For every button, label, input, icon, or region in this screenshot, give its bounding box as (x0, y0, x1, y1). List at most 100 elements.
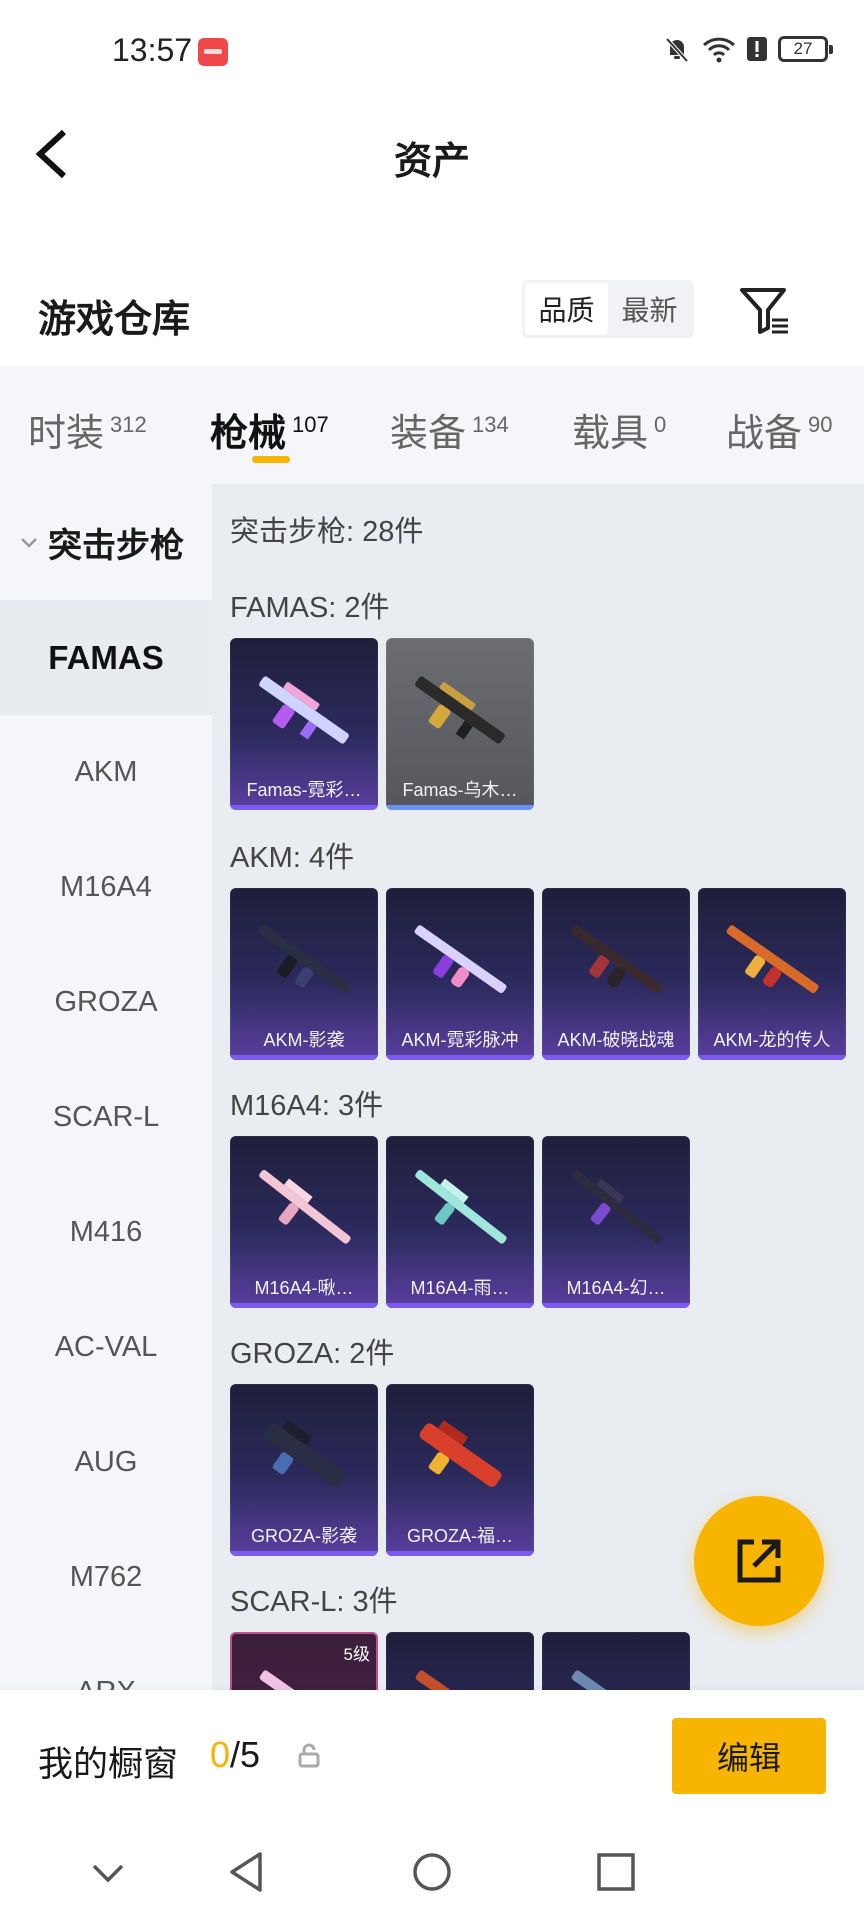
tab-label: 战备 (726, 413, 803, 455)
weapon-card-name: M16A4-雨… (410, 1278, 510, 1298)
sidebar-item-m762[interactable]: M762 (0, 1520, 212, 1635)
weapon-card-name: M16A4-啾… (254, 1278, 354, 1298)
weapon-card[interactable] (542, 1632, 690, 1690)
tab-weapons[interactable]: 枪械 107 (210, 402, 329, 457)
rifle-icon (259, 676, 349, 744)
tab-label: 枪械 (210, 413, 287, 455)
tab-count: 107 (292, 412, 329, 437)
tab-label: 载具 (572, 413, 649, 455)
weapon-card-name: AKM-霓彩脉冲 (401, 1030, 519, 1050)
battery-icon: 27 (778, 36, 833, 62)
tab-count: 134 (472, 412, 509, 437)
sidebar-group-label: 突击步枪 (48, 526, 184, 565)
status-bar: 13:57 27 (0, 0, 864, 100)
rifle-icon (415, 1670, 505, 1690)
showcase-total: /5 (230, 1734, 261, 1775)
weapon-card[interactable]: Famas-乌木… (386, 638, 534, 810)
weapon-card[interactable]: AKM-破晓战魂 (542, 888, 690, 1060)
section-label: M16A4: 3件 (230, 1090, 384, 1122)
sidebar-item-ac-val[interactable]: AC-VAL (0, 1290, 212, 1405)
weapon-card-name: M16A4-幻… (566, 1278, 666, 1298)
alert-icon (747, 37, 767, 61)
weapon-card-name: Famas-乌木… (402, 780, 518, 800)
weapon-card[interactable]: Famas-霓彩… (230, 638, 378, 810)
weapon-card[interactable]: AKM-龙的传人 (698, 888, 846, 1060)
weapon-card[interactable]: 5级 (230, 1632, 378, 1690)
rifle-icon (570, 925, 663, 994)
weapon-card[interactable]: GROZA-影袭 (230, 1384, 378, 1556)
card-quality-bar (230, 805, 378, 810)
sidebar-item-groza[interactable]: GROZA (0, 945, 212, 1060)
external-link-icon (737, 1539, 781, 1583)
rifle-icon (726, 925, 819, 994)
showcase-label: 我的橱窗 (38, 1745, 179, 1784)
sidebar-item-arx[interactable]: ARX (0, 1635, 212, 1690)
tab-count: 90 (808, 412, 833, 437)
rifle-icon (419, 1420, 502, 1487)
weapon-card-name: AKM-影袭 (263, 1030, 345, 1050)
showcase-count: 0/5 (210, 1734, 260, 1776)
section-label: SCAR-L: 3件 (230, 1586, 398, 1618)
rifle-icon (263, 1420, 346, 1487)
card-quality-bar (698, 1055, 846, 1060)
weapon-card[interactable]: M16A4-啾… (230, 1136, 378, 1308)
sort-toggle: 品质 最新 (522, 280, 694, 338)
nav-recents-icon[interactable] (594, 1850, 638, 1894)
weapon-card-name: AKM-龙的传人 (713, 1030, 831, 1050)
active-tab-indicator (252, 456, 290, 463)
lock-icon (298, 1743, 320, 1768)
sidebar-group-assault-rifles[interactable]: 突击步枪 (0, 484, 212, 600)
weapon-card-name: AKM-破晓战魂 (557, 1030, 675, 1050)
sort-option-quality[interactable]: 品质 (525, 283, 608, 335)
tab-count: 0 (654, 412, 667, 437)
weapon-card[interactable]: AKM-影袭 (230, 888, 378, 1060)
sort-option-newest[interactable]: 最新 (608, 283, 691, 335)
tab-equipment[interactable]: 装备 134 (390, 402, 509, 457)
rifle-icon (415, 676, 505, 744)
sidebar-item-m16a4[interactable]: M16A4 (0, 830, 212, 945)
warehouse-header: 游戏仓库 品质 最新 (0, 270, 864, 360)
tab-fashion[interactable]: 时装 312 (28, 402, 147, 457)
card-quality-bar (386, 1551, 534, 1556)
sidebar-item-aug[interactable]: AUG (0, 1405, 212, 1520)
weapon-card[interactable] (386, 1632, 534, 1690)
weapon-card-name: GROZA-影袭 (251, 1526, 357, 1546)
filter-icon[interactable] (738, 284, 792, 338)
showcase-bar: 我的橱窗 0/5 编辑 (0, 1690, 864, 1820)
weapon-card-name: Famas-霓彩… (246, 780, 362, 800)
showcase-current: 0 (210, 1734, 231, 1775)
sidebar-item-akm[interactable]: AKM (0, 715, 212, 830)
system-nav-bar (0, 1820, 864, 1920)
category-tabs: 时装 312 枪械 107 装备 134 载具 0 战备 90 (0, 366, 864, 484)
tab-label: 装备 (390, 413, 467, 455)
nav-collapse-icon[interactable] (86, 1850, 130, 1894)
nav-back-icon[interactable] (226, 1850, 270, 1894)
rifle-icon (259, 1170, 351, 1244)
weapon-card[interactable]: M16A4-幻… (542, 1136, 690, 1308)
warehouse-title: 游戏仓库 (38, 299, 191, 341)
sidebar-item-scar-l[interactable]: SCAR-L (0, 1060, 212, 1175)
card-quality-bar (386, 1303, 534, 1308)
card-quality-bar (386, 805, 534, 810)
tab-vehicles[interactable]: 载具 0 (572, 402, 666, 457)
card-quality-bar (542, 1055, 690, 1060)
tab-supplies[interactable]: 战备 90 (726, 402, 833, 457)
page-title: 资产 (393, 141, 470, 183)
edit-button[interactable]: 编辑 (672, 1718, 826, 1794)
nav-home-icon[interactable] (410, 1850, 454, 1894)
category-total: 突击步枪: 28件 (230, 516, 424, 548)
share-button[interactable] (694, 1496, 824, 1626)
app-notification-icon (198, 38, 228, 66)
sidebar-item-m416[interactable]: M416 (0, 1175, 212, 1290)
mute-bell-icon (665, 37, 689, 63)
rifle-icon (415, 1170, 507, 1244)
card-quality-bar (230, 1055, 378, 1060)
weapon-card[interactable]: AKM-霓彩脉冲 (386, 888, 534, 1060)
card-quality-bar (542, 1303, 690, 1308)
sidebar-item-famas[interactable]: FAMAS (0, 600, 212, 715)
weapon-card[interactable]: GROZA-福… (386, 1384, 534, 1556)
status-icons: 27 (662, 34, 833, 64)
tab-label: 时装 (28, 413, 105, 455)
rifle-icon (571, 1670, 661, 1690)
weapon-card[interactable]: M16A4-雨… (386, 1136, 534, 1308)
